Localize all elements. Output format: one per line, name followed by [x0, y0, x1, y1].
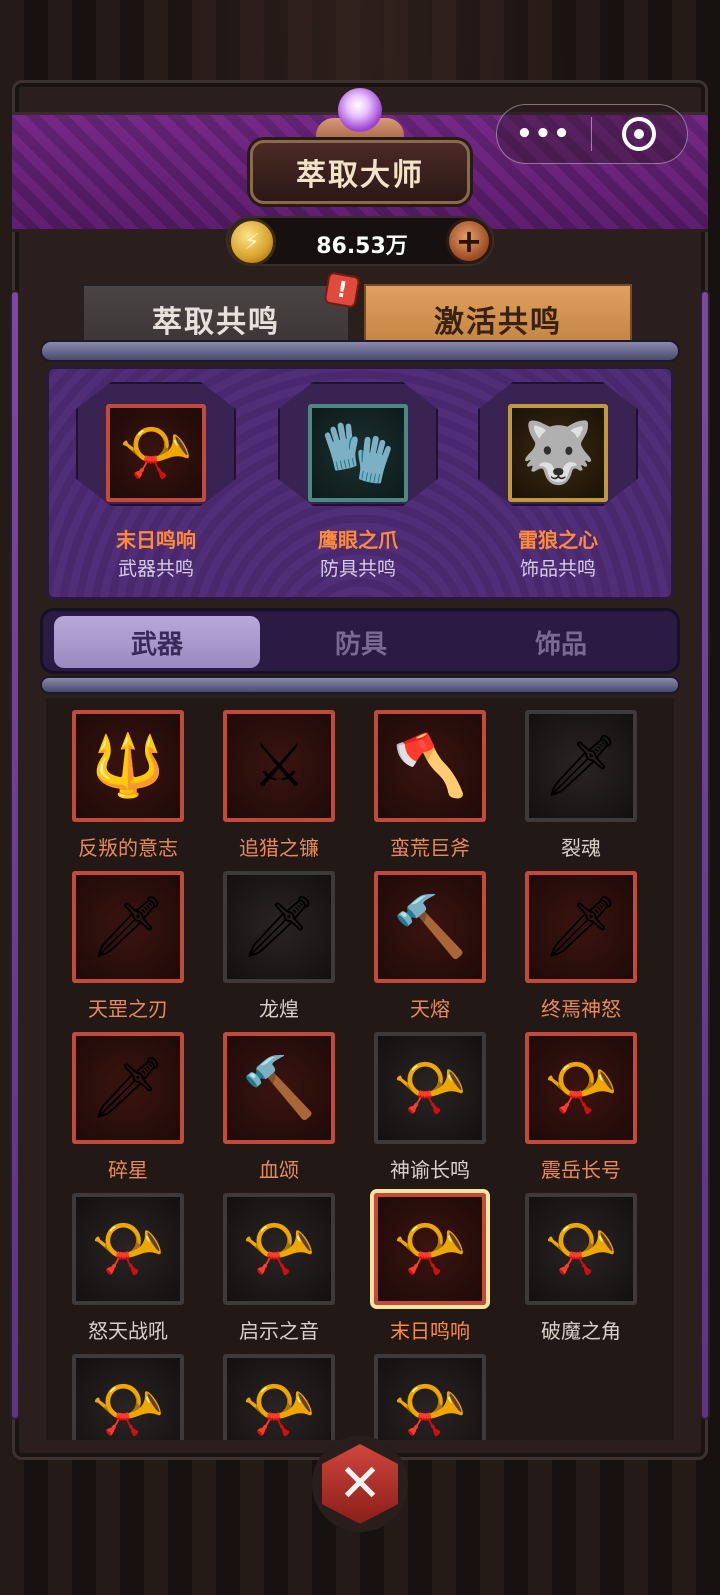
item-slot[interactable]: 📯 破魔之角: [515, 1193, 645, 1353]
close-button[interactable]: ✕: [312, 1436, 408, 1532]
item-slot[interactable]: 📯 末日鸣响: [364, 1193, 494, 1353]
horn-icon: 📯: [525, 1032, 637, 1144]
resonance-name: 末日鸣响: [116, 528, 196, 552]
tab-armor[interactable]: 防具: [258, 616, 464, 668]
horn-icon: 📯: [374, 1354, 486, 1440]
item-name: 怒天战吼: [88, 1319, 168, 1343]
item-slot[interactable]: 📯: [62, 1354, 192, 1440]
item-name: 启示之音: [239, 1319, 319, 1343]
item-slot[interactable]: 🗡 天罡之刃: [62, 871, 192, 1031]
sword-icon: 🗡: [72, 1032, 184, 1144]
frame-rail-right: [700, 290, 710, 1420]
item-name: 蛮荒巨斧: [390, 836, 470, 860]
divider-rail: [40, 340, 680, 362]
page-title: 萃取大师: [250, 140, 470, 204]
item-name: 龙煌: [259, 997, 299, 1021]
resonance-armor[interactable]: 🧤 鹰眼之爪 防具共鸣: [268, 376, 448, 586]
item-name: 天罡之刃: [88, 997, 168, 1021]
mace-icon: 🔨: [374, 871, 486, 983]
item-grid: 🔱 反叛的意志 ⚔ 追猎之镰 🪓 蛮荒巨斧 🗡 裂魂 🗡 天罡之刃 🗡 龙煌 🔨 天熔 🗡 终焉神怒 🗡 碎星 🔨 血…: [46, 698, 674, 1440]
coin-icon: ⚡: [228, 218, 276, 266]
item-slot[interactable]: 🔨 天熔: [364, 871, 494, 1031]
item-slot[interactable]: 📯 神谕长鸣: [364, 1032, 494, 1192]
item-slot[interactable]: ⚔ 追猎之镰: [213, 710, 343, 870]
horn-icon: 📯: [223, 1354, 335, 1440]
close-icon: ✕: [322, 1444, 398, 1524]
sword-icon: 🗡: [525, 710, 637, 822]
sword-icon: 🗡: [525, 871, 637, 983]
item-slot[interactable]: 📯: [213, 1354, 343, 1440]
target-icon: [622, 117, 656, 151]
divider-rail: [40, 676, 680, 694]
item-name: 碎星: [108, 1158, 148, 1182]
horn-icon: 📯: [525, 1193, 637, 1305]
item-slot[interactable]: 🗡 裂魂: [515, 710, 645, 870]
item-slot[interactable]: 📯 怒天战吼: [62, 1193, 192, 1353]
item-slot[interactable]: 🗡 终焉神怒: [515, 871, 645, 1031]
resonance-type: 武器共鸣: [117, 558, 194, 580]
miniapp-capsule: •••: [496, 104, 688, 164]
mace-icon: 🔨: [223, 1032, 335, 1144]
sword-icon: 🗡: [223, 871, 335, 983]
item-slot[interactable]: 📯 启示之音: [213, 1193, 343, 1353]
currency-value: 86.53万: [316, 234, 408, 259]
alert-badge: !: [323, 271, 361, 309]
more-menu-button[interactable]: •••: [497, 119, 591, 149]
sword-icon: 🗡: [72, 871, 184, 983]
frame-rail-left: [10, 290, 20, 1420]
item-name: 末日鸣响: [390, 1319, 470, 1343]
resonance-name: 雷狼之心: [518, 528, 598, 552]
resonance-type: 饰品共鸣: [519, 558, 596, 580]
add-currency-button[interactable]: +: [446, 218, 492, 264]
orb-icon: [338, 88, 382, 132]
resonance-accessory[interactable]: 🐺 雷狼之心 饰品共鸣: [468, 376, 648, 586]
item-slot[interactable]: 🔨 血颂: [213, 1032, 343, 1192]
horn-icon: 📯: [72, 1193, 184, 1305]
horn-icon: 📯: [106, 404, 206, 502]
close-miniapp-button[interactable]: [592, 117, 686, 151]
item-slot[interactable]: 🪓 蛮荒巨斧: [364, 710, 494, 870]
item-name: 震岳长号: [541, 1158, 621, 1182]
horn-icon: 📯: [374, 1032, 486, 1144]
gauntlet-icon: 🧤: [308, 404, 408, 502]
scythe-icon: ⚔: [223, 710, 335, 822]
item-name: 天熔: [410, 997, 450, 1021]
item-name: 追猎之镰: [239, 836, 319, 860]
resonance-type: 防具共鸣: [319, 558, 396, 580]
item-name: 破魔之角: [541, 1319, 621, 1343]
item-name: 血颂: [259, 1158, 299, 1182]
spear-icon: 🔱: [72, 710, 184, 822]
item-slot[interactable]: 🔱 反叛的意志: [62, 710, 192, 870]
item-slot[interactable]: 🗡 龙煌: [213, 871, 343, 1031]
item-slot[interactable]: 📯: [364, 1354, 494, 1440]
wolf-amulet-icon: 🐺: [508, 404, 608, 502]
tab-weapon[interactable]: 武器: [54, 616, 260, 668]
tab-accessory[interactable]: 饰品: [458, 616, 664, 668]
item-name: 反叛的意志: [78, 836, 178, 860]
resonance-weapon[interactable]: 📯 末日鸣响 武器共鸣: [66, 376, 246, 586]
item-name: 终焉神怒: [541, 997, 621, 1021]
horn-icon: 📯: [374, 1193, 486, 1305]
item-name: 神谕长鸣: [390, 1158, 470, 1182]
horn-icon: 📯: [72, 1354, 184, 1440]
item-name: 裂魂: [561, 836, 601, 860]
item-slot[interactable]: 📯 震岳长号: [515, 1032, 645, 1192]
axe-icon: 🪓: [374, 710, 486, 822]
item-slot[interactable]: 🗡 碎星: [62, 1032, 192, 1192]
resonance-name: 鹰眼之爪: [318, 528, 398, 552]
horn-icon: 📯: [223, 1193, 335, 1305]
